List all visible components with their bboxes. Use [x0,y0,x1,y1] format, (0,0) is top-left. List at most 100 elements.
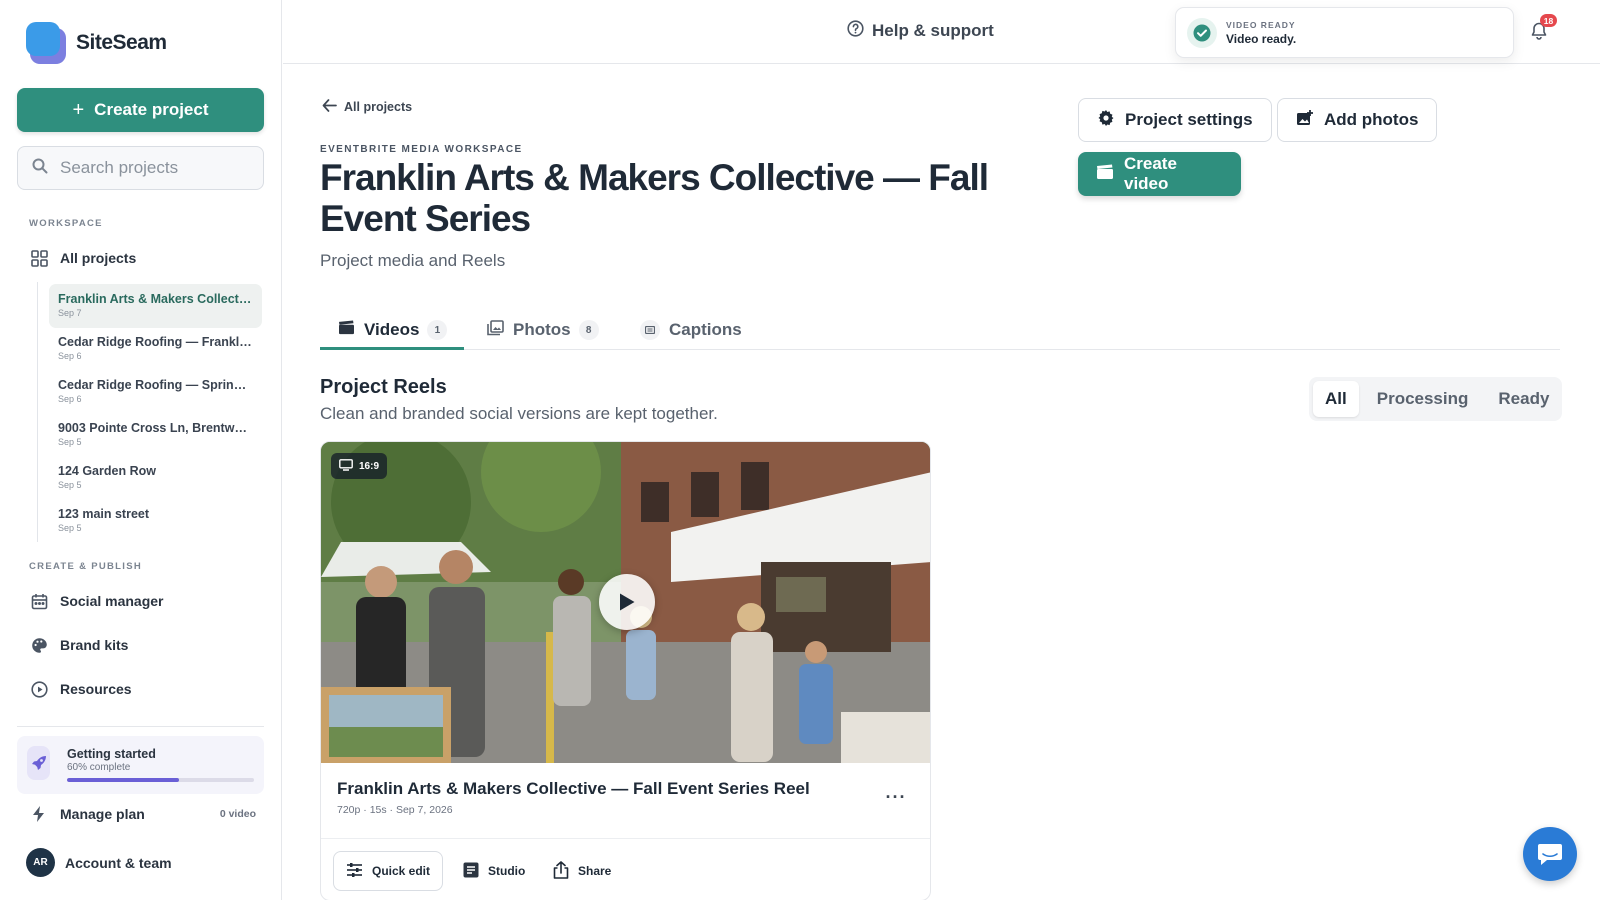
project-title: 123 main street [58,507,150,521]
search-input[interactable] [60,158,250,178]
workspace-section-label: WORKSPACE [29,218,103,229]
create-video-button[interactable]: Create video [1078,152,1241,196]
tab-captions[interactable]: Captions [640,310,742,350]
project-title: Cedar Ridge Roofing — Franklin Install [58,335,253,349]
account-label: Account & team [65,854,172,871]
project-item[interactable]: Cedar Ridge Roofing — Spring Refresh Sep… [49,370,262,414]
bolt-icon [29,806,49,822]
getting-started-progress-bar [67,778,254,782]
share-label: Share [578,864,612,878]
video-thumbnail[interactable]: 16:9 [321,442,930,763]
filter-processing[interactable]: Processing [1365,381,1481,417]
getting-started-card[interactable]: Getting started 60% complete [17,736,264,794]
studio-button[interactable]: Studio [451,851,537,891]
add-photos-label: Add photos [1324,110,1419,129]
project-date: Sep 5 [58,437,82,447]
sidebar-item-brand-kits[interactable]: Brand kits [29,635,128,655]
photos-icon [487,319,504,341]
tab-photos[interactable]: Photos 8 [487,310,599,350]
project-settings-button[interactable]: Project settings [1078,98,1272,142]
sliders-icon [346,862,363,881]
filter-all[interactable]: All [1313,381,1359,417]
tab-label: Photos [513,320,571,339]
arrow-left-icon [322,99,337,115]
create-project-button[interactable]: + Create project [17,88,264,132]
project-item[interactable]: 124 Garden Row Sep 5 [49,456,262,500]
media-tabs: Videos 1 Photos 8 Captions [320,300,1560,350]
sidebar-item-social-manager[interactable]: Social manager [29,591,164,611]
toast-kicker: VIDEO READY [1226,19,1296,30]
manage-plan[interactable]: Manage plan 0 video [29,806,256,822]
project-date: Sep 6 [58,351,82,361]
tab-label: Captions [669,320,742,339]
notification-count-badge: 18 [1540,14,1557,27]
aspect-ratio-badge: 16:9 [331,453,388,479]
project-item[interactable]: Cedar Ridge Roofing — Franklin Install S… [49,327,262,371]
sidebar-item-all-projects[interactable]: All projects [29,248,136,268]
project-item[interactable]: 9003 Pointe Cross Ln, Brentwood, TN Sep … [49,413,262,457]
video-ready-toast[interactable]: VIDEO READY Video ready. [1175,7,1514,58]
tab-count: 1 [427,320,448,340]
toast-message: Video ready. [1226,31,1297,46]
project-item[interactable]: Franklin Arts & Makers Collective — Fall… [49,284,262,328]
share-button[interactable]: Share [541,851,623,891]
project-date: Sep 5 [58,480,82,490]
search-box [17,146,264,190]
play-icon [620,593,635,611]
check-circle-icon [1187,17,1217,48]
progress-fill [67,778,180,782]
quick-edit-button[interactable]: Quick edit [333,851,444,891]
play-button[interactable] [599,574,655,630]
create-project-label: Create project [94,100,209,119]
monitor-icon [339,458,353,474]
project-title: Franklin Arts & Makers Collective — Fall… [58,292,253,306]
tab-videos[interactable]: Videos 1 [338,310,448,350]
plus-icon: + [72,98,85,121]
sidebar-divider [17,726,264,727]
page-subtitle: Project media and Reels [320,251,506,270]
section-subtitle: Clean and branded social versions are ke… [320,404,718,423]
sidebar: SiteSeam + Create project WORKSPACE All … [0,0,282,900]
captions-icon [640,320,660,340]
logo [26,22,66,64]
workspace-kicker: EVENTBRITE MEDIA WORKSPACE [320,144,523,155]
account-team[interactable]: AR Account & team [26,848,172,877]
video-card: 16:9 Franklin Arts & Makers Collective —… [320,441,931,900]
calendar-icon [29,591,49,611]
quick-edit-label: Quick edit [372,864,431,878]
play-circle-icon [29,679,49,699]
getting-started-progress-text: 60% complete [67,762,131,773]
add-photo-icon [1296,109,1314,132]
help-support-link[interactable]: Help & support [847,20,994,42]
project-title: 9003 Pointe Cross Ln, Brentwood, TN [58,421,253,435]
video-meta: 720p · 15s · Sep 7, 2026 [337,804,453,816]
help-icon [847,20,864,42]
video-quota-count: 0 video [219,808,256,820]
search-icon [32,158,48,179]
studio-icon [463,862,479,881]
create-publish-section-label: CREATE & PUBLISH [29,561,142,572]
card-divider [321,838,930,839]
brand-name: SiteSeam [76,31,167,54]
sidebar-item-label: All projects [60,250,137,266]
add-photos-button[interactable]: Add photos [1277,98,1438,142]
tab-count: 8 [578,320,599,340]
more-options-button[interactable]: ··· [881,782,911,812]
sidebar-item-resources[interactable]: Resources [29,679,132,699]
chat-launcher-button[interactable] [1523,827,1577,881]
back-to-all-projects-link[interactable]: All projects [322,99,412,115]
brand[interactable]: SiteSeam [26,22,167,64]
project-item[interactable]: 123 main street Sep 5 [49,499,262,543]
video-title: Franklin Arts & Makers Collective — Fall… [337,779,810,798]
share-icon [553,860,569,882]
project-title: Cedar Ridge Roofing — Spring Refresh [58,378,253,392]
sidebar-item-label: Social manager [60,593,164,609]
tab-label: Videos [364,320,420,339]
status-filter: All Processing Ready [1309,377,1562,421]
project-title: 124 Garden Row [58,464,156,478]
filter-ready[interactable]: Ready [1486,381,1561,417]
section-title: Project Reels [320,376,447,398]
project-date: Sep 6 [58,394,82,404]
sidebar-item-label: Brand kits [60,637,129,653]
project-date: Sep 7 [58,308,82,318]
